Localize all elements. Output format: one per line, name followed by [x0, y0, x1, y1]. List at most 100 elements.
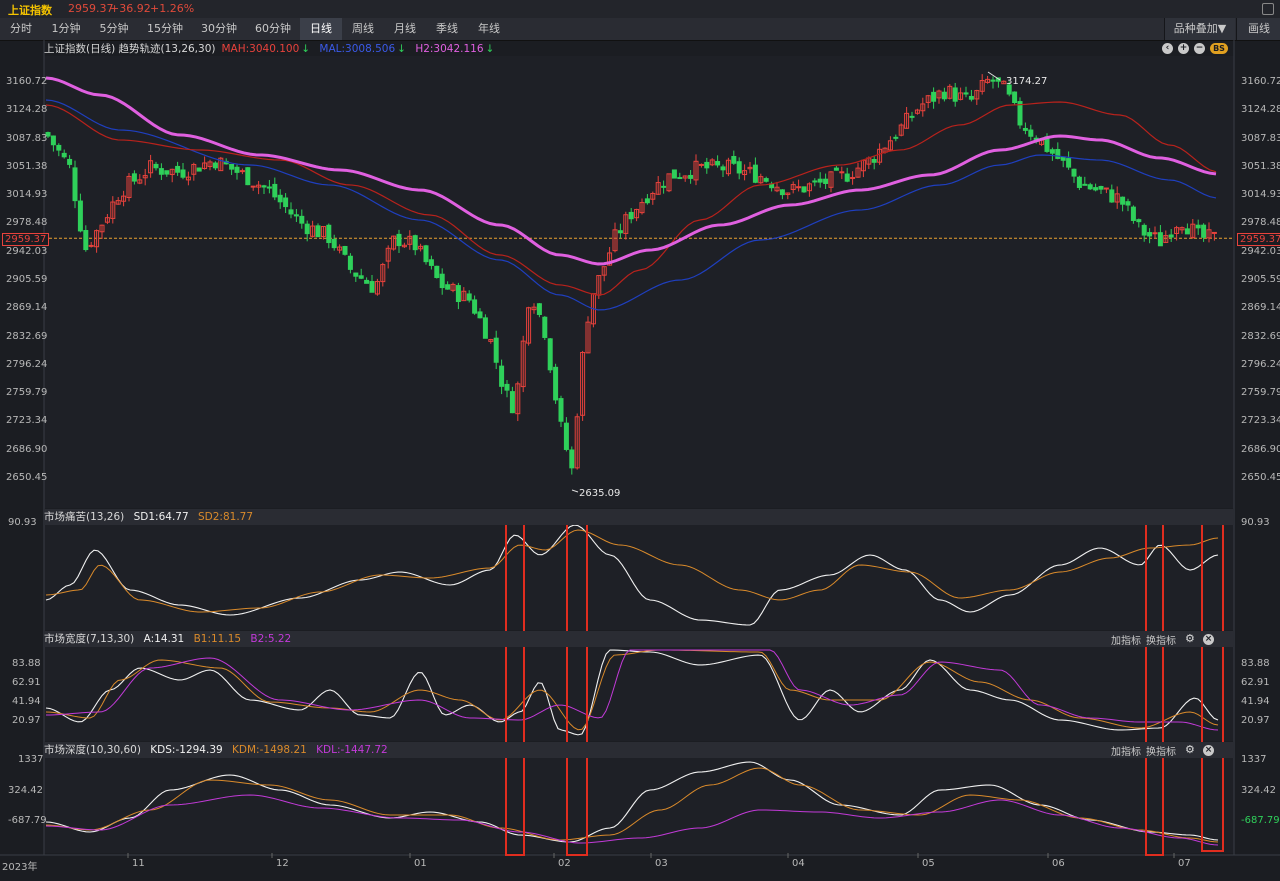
kdl-value: KDL:-1447.72: [316, 744, 388, 756]
a-value: A:14.31: [143, 633, 185, 645]
b2-value: B2:5.22: [250, 633, 292, 645]
candle-body: [396, 233, 402, 247]
mal-value: MAL:3008.506: [319, 43, 396, 55]
breadth-add-indicator-button[interactable]: 加指标: [1111, 632, 1141, 647]
candle-body: [412, 235, 418, 251]
candle-body: [796, 186, 802, 189]
price-tick-label: 2796.24: [1241, 358, 1280, 370]
candle-body: [347, 255, 353, 270]
depth-axis-label: 1337: [18, 754, 44, 765]
candle-body: [990, 79, 996, 82]
candle-body: [472, 299, 478, 314]
depth-axis-label: -687.79: [8, 815, 47, 826]
candle-body: [277, 194, 283, 203]
candle-body: [941, 91, 947, 100]
main-plot-area: [44, 56, 1234, 508]
candle-body: [466, 293, 472, 301]
candle-body: [212, 162, 218, 169]
candle-body: [1201, 224, 1207, 238]
candle-body: [1022, 127, 1028, 131]
candle-body: [229, 164, 235, 170]
candle-body: [234, 166, 240, 173]
candle-body: [779, 189, 785, 196]
depth-close-icon[interactable]: ×: [1203, 745, 1214, 756]
pain-title: 市场痛苦(13,26): [44, 511, 125, 523]
breadth-swap-indicator-button[interactable]: 换指标: [1146, 632, 1176, 647]
price-tick-label: 2905.59: [6, 273, 48, 285]
price-tick-label: 3124.28: [1241, 104, 1280, 116]
breadth-axis-label: 83.88: [12, 658, 41, 669]
candle-body: [493, 337, 499, 363]
candle-body: [299, 215, 305, 224]
candle-body: [1120, 196, 1126, 205]
candle-body: [164, 170, 170, 175]
mah-arrow-icon: ↓: [301, 43, 311, 55]
candle-body: [542, 316, 548, 338]
h2-value: H2:3042.116: [415, 43, 484, 55]
candle-body: [671, 169, 677, 179]
back-icon[interactable]: ‹: [1162, 43, 1173, 54]
breadth-axis-label-right: 41.94: [1241, 696, 1270, 707]
candle-body: [504, 383, 510, 391]
breadth-gear-icon[interactable]: ⚙: [1185, 632, 1195, 645]
candle-body: [1103, 187, 1109, 190]
candle-body: [315, 225, 321, 238]
price-tick-label: 3124.28: [6, 104, 48, 116]
candle-body: [1087, 184, 1093, 190]
candle-body: [67, 158, 73, 165]
candle-body: [661, 185, 667, 188]
bs-toggle-button[interactable]: BS: [1210, 43, 1228, 54]
month-label: 03: [655, 858, 668, 869]
breadth-axis-label: 41.94: [12, 696, 41, 707]
candle-body: [434, 265, 440, 278]
mah-value: MAH:3040.100: [221, 43, 300, 55]
candle-body: [88, 244, 94, 247]
candle-body: [1066, 158, 1072, 168]
candle-body: [1098, 185, 1104, 190]
month-label: 12: [276, 858, 289, 869]
candle-body: [428, 259, 434, 266]
price-tick-label: 2978.48: [6, 217, 48, 229]
candle-body: [1028, 129, 1034, 137]
candle-body: [752, 164, 758, 183]
price-tick-label: 2650.45: [6, 472, 48, 483]
depth-title: 市场深度(10,30,60): [44, 744, 141, 756]
price-tick-label: 2869.14: [6, 302, 48, 314]
month-label: 06: [1052, 858, 1065, 869]
candle-body: [353, 272, 359, 277]
month-label: 01: [414, 858, 427, 869]
candle-body: [50, 135, 56, 146]
price-tick-label: 2942.03: [6, 245, 48, 257]
h2-arrow-icon: ↓: [485, 43, 495, 55]
month-label: 05: [922, 858, 935, 869]
price-tick-label: 3051.38: [6, 160, 48, 172]
candle-body: [331, 238, 337, 249]
zoom-out-icon[interactable]: −: [1194, 43, 1205, 54]
candle-body: [547, 338, 553, 371]
candle-body: [245, 167, 251, 186]
depth-add-indicator-button[interactable]: 加指标: [1111, 743, 1141, 758]
depth-swap-indicator-button[interactable]: 换指标: [1146, 743, 1176, 758]
price-tick-label: 2723.34: [6, 415, 48, 427]
candle-body: [83, 230, 89, 251]
candle-body: [439, 273, 445, 289]
candle-body: [326, 224, 332, 244]
candle-body: [1060, 156, 1066, 161]
candle-body: [688, 174, 694, 179]
depth-panel-header: 市场深度(10,30,60) KDS:-1294.39 KDM:-1498.21…: [44, 742, 394, 758]
depth-gear-icon[interactable]: ⚙: [1185, 743, 1195, 756]
candle-body: [801, 186, 807, 193]
candle-body: [477, 311, 483, 319]
candle-body: [968, 95, 974, 100]
month-label: 02: [558, 858, 571, 869]
price-tick-label: 3087.83: [1241, 132, 1280, 144]
price-tick-label: 2723.34: [1241, 415, 1280, 427]
kdm-value: KDM:-1498.21: [232, 744, 307, 756]
candle-body: [963, 92, 969, 95]
breadth-close-icon[interactable]: ×: [1203, 634, 1214, 645]
zoom-in-icon[interactable]: +: [1178, 43, 1189, 54]
candle-body: [1012, 91, 1018, 104]
candle-body: [1055, 148, 1061, 159]
candle-body: [644, 198, 650, 204]
pain-axis-label-right: 90.93: [1241, 517, 1270, 528]
